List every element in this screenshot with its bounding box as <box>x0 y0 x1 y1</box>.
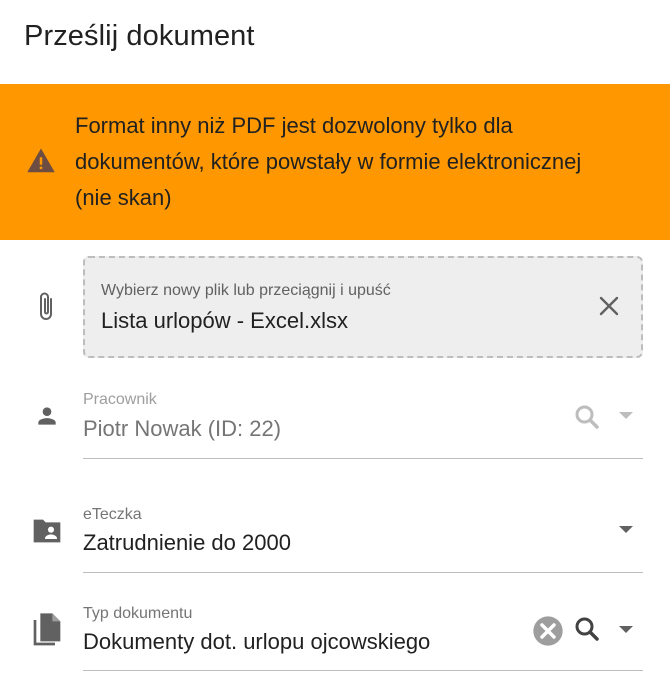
dialog-title: Prześlij dokument <box>24 20 255 52</box>
search-icon[interactable] <box>572 402 602 432</box>
warning-line: dokumentów, które powstały w formie elek… <box>75 149 582 174</box>
person-icon <box>38 407 56 425</box>
warning-text: Format inny niż PDF jest dozwolony tylko… <box>75 108 655 216</box>
file-hint: Wybierz nowy plik lub przeciągnij i upuś… <box>101 282 391 299</box>
doc-type-underline <box>83 670 643 671</box>
employee-label: Pracownik <box>83 391 157 408</box>
employee-value[interactable]: Piotr Nowak (ID: 22) <box>83 416 281 442</box>
doc-type-label: Typ dokumentu <box>83 605 193 622</box>
chevron-down-icon[interactable] <box>618 624 634 636</box>
file-name: Lista urlopów - Excel.xlsx <box>101 308 348 333</box>
folder-value[interactable]: Zatrudnienie do 2000 <box>83 530 291 556</box>
chevron-down-icon[interactable] <box>618 410 634 422</box>
warning-line: Format inny niż PDF jest dozwolony tylko… <box>75 113 513 138</box>
employee-underline <box>83 458 643 459</box>
warning-line: (nie skan) <box>75 185 172 210</box>
paperclip-icon <box>40 292 52 320</box>
close-icon[interactable] <box>597 294 621 318</box>
search-icon[interactable] <box>572 614 602 644</box>
doc-type-value[interactable]: Dokumenty dot. urlopu ojcowskiego <box>83 629 430 655</box>
file-copy-icon <box>33 613 61 646</box>
folder-shared-icon <box>33 519 61 543</box>
clear-icon[interactable] <box>532 615 564 647</box>
file-drop-zone[interactable]: Wybierz nowy plik lub przeciągnij i upuś… <box>83 256 643 358</box>
chevron-down-icon[interactable] <box>618 524 634 536</box>
folder-label: eTeczka <box>83 506 142 523</box>
folder-underline <box>83 572 643 573</box>
warning-icon <box>27 148 55 173</box>
